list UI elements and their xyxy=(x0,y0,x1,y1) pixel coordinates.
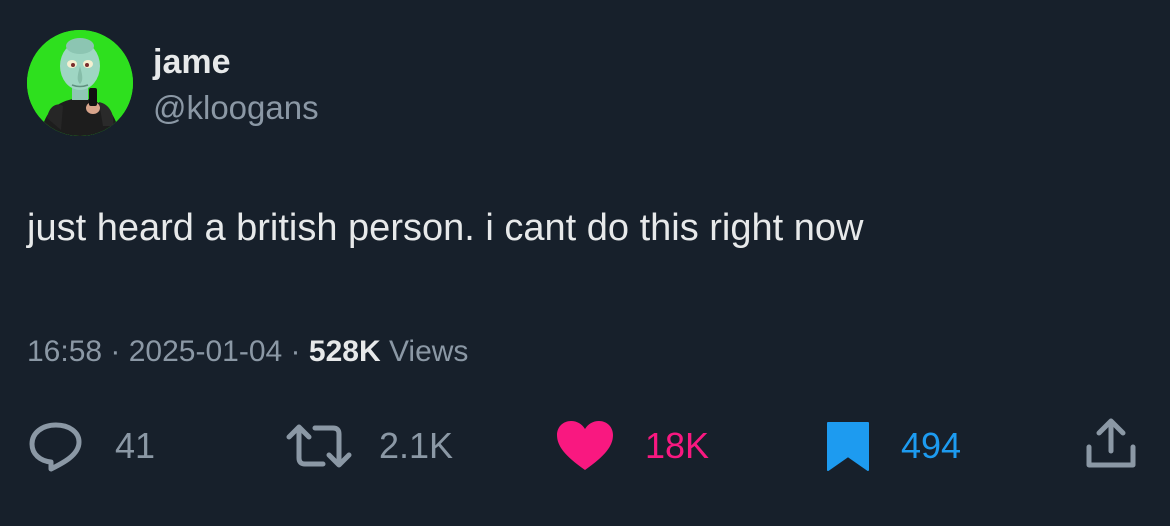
bookmark-icon xyxy=(827,422,869,471)
share-button[interactable] xyxy=(1082,418,1140,470)
share-icon xyxy=(1086,418,1136,468)
reply-icon xyxy=(29,422,82,472)
like-button[interactable]: 18K xyxy=(555,420,709,472)
user-handle[interactable]: @kloogans xyxy=(153,88,319,128)
views-label: Views xyxy=(380,335,469,368)
retweet-button[interactable]: 2.1K xyxy=(285,420,453,472)
bookmark-count: 494 xyxy=(901,425,962,466)
tweet-meta: 16:58 · 2025-01-04 · 528K Views xyxy=(27,333,468,371)
heart-icon xyxy=(557,421,613,470)
meta-separator: · xyxy=(282,335,309,368)
views-count[interactable]: 528K xyxy=(309,335,381,368)
avatar[interactable] xyxy=(27,30,133,136)
avatar-image xyxy=(27,30,133,136)
bookmark-button[interactable]: 494 xyxy=(825,420,961,472)
tweet-time[interactable]: 16:58 xyxy=(27,335,102,368)
retweet-count: 2.1K xyxy=(379,425,454,466)
meta-separator: · xyxy=(102,335,129,368)
tweet-text: just heard a british person. i cant do t… xyxy=(27,207,864,249)
like-count: 18K xyxy=(645,425,710,466)
reply-count: 41 xyxy=(115,425,156,466)
display-name[interactable]: jame xyxy=(153,42,231,82)
tweet-date[interactable]: 2025-01-04 xyxy=(129,335,282,368)
retweet-icon xyxy=(286,424,352,468)
reply-button[interactable]: 41 xyxy=(27,420,155,472)
